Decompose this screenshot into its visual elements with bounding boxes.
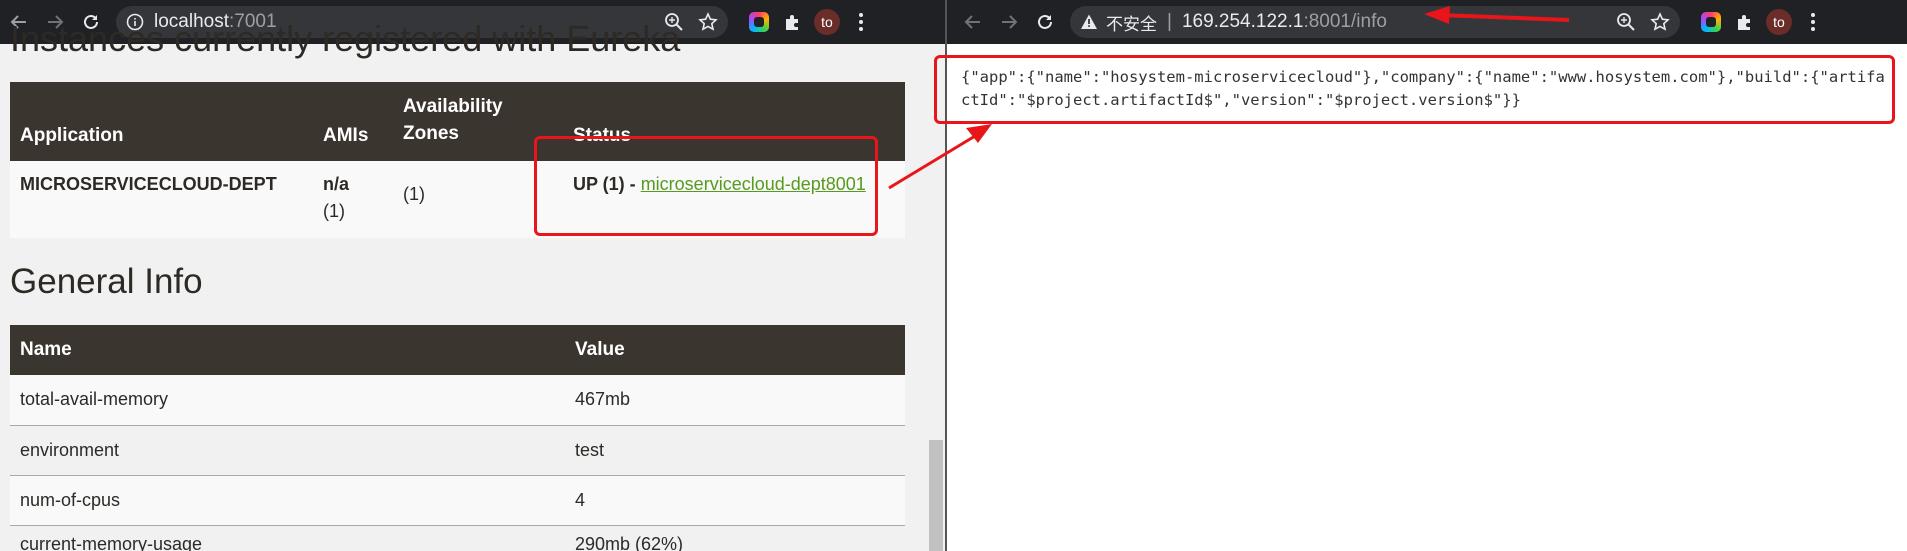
row-value: 4 <box>575 489 586 510</box>
address-bar[interactable]: 不安全 | 169.254.122.1:8001/info <box>1070 6 1680 38</box>
forward-button[interactable] <box>992 5 1026 39</box>
row-name: total-avail-memory <box>20 389 169 410</box>
instances-table: Application AMIs Availability Zones Stat… <box>10 82 905 238</box>
instance-amis-count: (1) <box>323 201 345 221</box>
instance-amis-value: n/a <box>323 174 350 194</box>
table-row: environment test <box>10 425 905 475</box>
colorwheel-icon <box>749 12 769 32</box>
scrollbar-thumb[interactable] <box>929 440 943 551</box>
table-row: current-memory-usage 290mb (62%) <box>10 525 905 551</box>
kebab-menu-icon <box>1811 13 1815 31</box>
row-value: 467mb <box>575 389 631 410</box>
url-path: :8001/info <box>1303 11 1387 32</box>
bookmark-star-icon[interactable] <box>698 12 718 32</box>
puzzle-icon <box>786 15 798 30</box>
left-browser-window: localhost:7001 to Instances currently re… <box>0 0 947 551</box>
row-name: num-of-cpus <box>20 489 121 510</box>
profile-button[interactable]: to <box>1762 5 1796 39</box>
col-value: Value <box>565 325 905 375</box>
avatar: to <box>1766 9 1792 35</box>
general-info-title: General Info <box>10 262 203 301</box>
colorwheel-icon <box>1701 12 1721 32</box>
back-button[interactable] <box>956 5 990 39</box>
instance-link[interactable]: microservicecloud-dept8001 <box>641 174 866 194</box>
instances-heading: Instances currently registered with Eure… <box>10 18 681 59</box>
menu-button[interactable] <box>844 5 878 39</box>
table-row: num-of-cpus 4 <box>10 475 905 525</box>
extension-colorwheel-button[interactable] <box>742 5 776 39</box>
instance-amis: n/a (1) <box>313 161 393 238</box>
col-name: Name <box>10 325 565 375</box>
right-browser-window: 不安全 | 169.254.122.1:8001/info to {"app":… <box>947 0 1907 551</box>
eureka-page: Instances currently registered with Eure… <box>0 18 947 551</box>
menu-button[interactable] <box>1796 5 1830 39</box>
col-status: Status <box>563 82 905 161</box>
table-row: total-avail-memory 467mb <box>10 375 905 425</box>
info-json-response: {"app":{"name":"hosystem-microserviceclo… <box>961 68 1885 109</box>
extensions-button[interactable] <box>1728 5 1762 39</box>
row-value: 290mb (62%) <box>575 533 684 551</box>
row-name: environment <box>20 439 120 460</box>
extensions-button[interactable] <box>776 5 810 39</box>
extension-colorwheel-button[interactable] <box>1694 5 1728 39</box>
instances-header-row: Application AMIs Availability Zones Stat… <box>10 82 905 161</box>
general-info-table: Name Value total-avail-memory 467mb envi… <box>10 325 905 551</box>
general-header-row: Name Value <box>10 325 905 375</box>
reload-icon <box>1038 14 1052 29</box>
col-amis: AMIs <box>313 82 393 161</box>
puzzle-icon <box>1738 15 1750 30</box>
avatar: to <box>814 9 840 35</box>
warning-icon <box>1081 14 1097 29</box>
back-arrow-icon <box>964 15 980 29</box>
instance-zones: (1) <box>403 184 425 204</box>
zoom-icon[interactable] <box>1616 12 1636 32</box>
col-availability-zones: Availability Zones <box>393 82 563 161</box>
reload-button[interactable] <box>1028 5 1062 39</box>
bookmark-star-icon[interactable] <box>1650 12 1670 32</box>
col-application: Application <box>10 82 313 161</box>
row-name: current-memory-usage <box>20 533 203 551</box>
separator: | <box>1167 11 1172 32</box>
url-host: 169.254.122.1 <box>1181 11 1304 32</box>
row-value: test <box>575 439 605 460</box>
status-up: UP (1) - <box>573 174 641 194</box>
kebab-menu-icon <box>859 13 863 31</box>
profile-button[interactable]: to <box>810 5 844 39</box>
security-label[interactable]: 不安全 <box>1106 10 1157 35</box>
forward-arrow-icon <box>1002 15 1018 29</box>
right-browser-toolbar: 不安全 | 169.254.122.1:8001/info to <box>947 0 1907 44</box>
instance-application: MICROSERVICECLOUD-DEPT <box>20 174 277 194</box>
instance-status: UP (1) - microservicecloud-dept8001 <box>563 161 905 238</box>
instance-row: MICROSERVICECLOUD-DEPT n/a (1) (1) UP (1… <box>10 161 905 238</box>
